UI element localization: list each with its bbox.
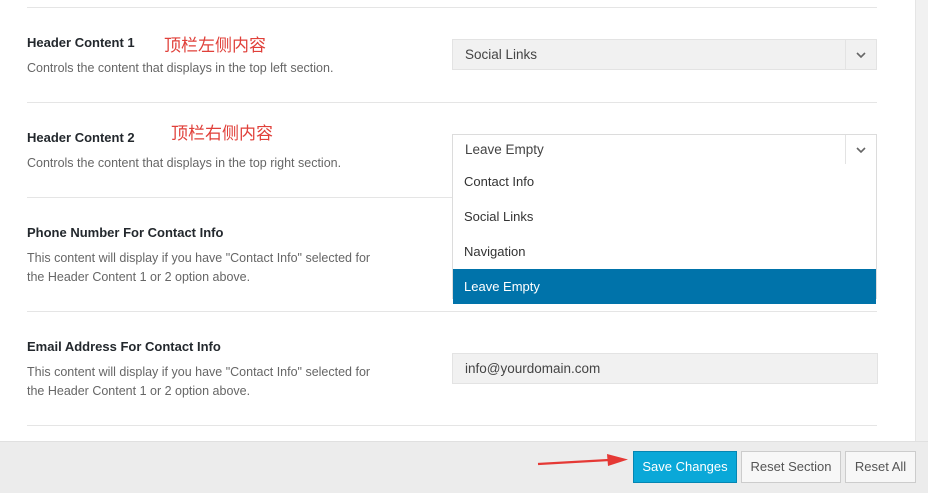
dropdown-option-social-links[interactable]: Social Links <box>453 199 876 234</box>
header-content-1-value: Social Links <box>465 47 538 62</box>
dropdown-option-contact-info[interactable]: Contact Info <box>453 164 876 199</box>
reset-all-button[interactable]: Reset All <box>845 451 916 483</box>
header-content-1-select[interactable]: Social Links <box>452 39 877 70</box>
footer-bar: Save Changes Reset Section Reset All <box>0 441 928 493</box>
divider <box>27 102 877 103</box>
chevron-down-icon[interactable] <box>845 135 876 164</box>
header-content-1-annotation: 顶栏左侧内容 <box>164 36 266 56</box>
phone-desc: This content will display if you have "C… <box>27 249 407 287</box>
phone-desc-line-1: This content will display if you have "C… <box>27 251 371 265</box>
header-content-2-dropdown: Contact Info Social Links Navigation Lea… <box>452 164 877 304</box>
divider <box>27 311 877 312</box>
dropdown-option-navigation[interactable]: Navigation <box>453 234 876 269</box>
header-content-2-desc: Controls the content that displays in th… <box>27 156 342 170</box>
header-content-1-title: Header Content 1 <box>27 35 135 50</box>
email-desc: This content will display if you have "C… <box>27 363 407 401</box>
phone-title: Phone Number For Contact Info <box>27 225 224 240</box>
divider <box>27 425 877 426</box>
header-content-2-value: Leave Empty <box>465 142 544 157</box>
dropdown-option-leave-empty[interactable]: Leave Empty <box>453 269 876 304</box>
email-desc-line-2: the Header Content 1 or 2 option above. <box>27 384 251 398</box>
header-content-2-title: Header Content 2 <box>27 130 135 145</box>
header-content-2-annotation: 顶栏右侧内容 <box>171 124 273 144</box>
header-content-2-select[interactable]: Leave Empty <box>452 134 877 165</box>
save-changes-button[interactable]: Save Changes <box>633 451 737 483</box>
email-desc-line-1: This content will display if you have "C… <box>27 365 371 379</box>
options-panel: Header Content 1 顶栏左侧内容 Controls the con… <box>0 0 916 441</box>
reset-section-button[interactable]: Reset Section <box>741 451 841 483</box>
email-input[interactable]: info@yourdomain.com <box>452 353 878 384</box>
header-content-1-desc: Controls the content that displays in th… <box>27 61 334 75</box>
email-title: Email Address For Contact Info <box>27 339 221 354</box>
divider <box>27 7 877 8</box>
red-arrow-icon <box>537 454 628 466</box>
chevron-down-icon[interactable] <box>845 40 876 69</box>
phone-desc-line-2: the Header Content 1 or 2 option above. <box>27 270 251 284</box>
